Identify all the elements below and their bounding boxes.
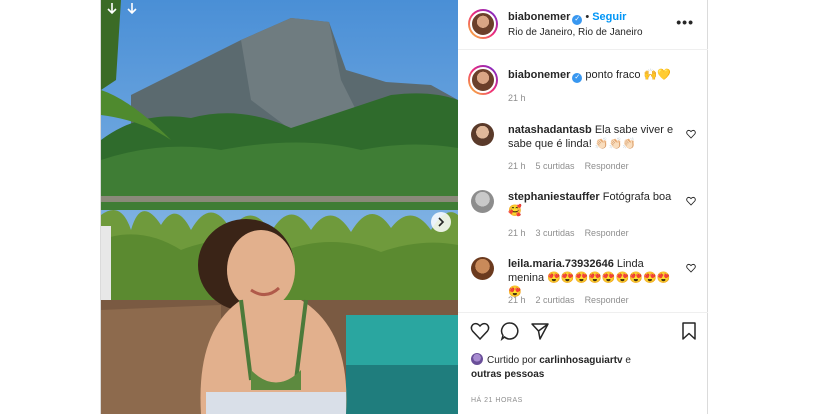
comment-username[interactable]: stephaniestauffer bbox=[508, 191, 600, 203]
comment-username[interactable]: leila.maria.73932646 bbox=[508, 258, 614, 270]
comment-meta: 21 h 5 curtidas Responder bbox=[508, 161, 639, 171]
heart-icon[interactable] bbox=[686, 129, 696, 139]
liked-by-others[interactable]: outras pessoas bbox=[471, 369, 544, 380]
comment-avatar[interactable] bbox=[471, 123, 494, 146]
follow-button[interactable]: Seguir bbox=[592, 11, 626, 23]
caption-meta: 21 h bbox=[508, 93, 536, 103]
reply-button[interactable]: Responder bbox=[585, 295, 629, 305]
next-photo-button[interactable] bbox=[431, 212, 451, 232]
comment-meta: 21 h 2 curtidas Responder bbox=[508, 295, 639, 305]
heart-icon[interactable] bbox=[686, 196, 696, 206]
comment-likes[interactable]: 5 curtidas bbox=[536, 161, 575, 171]
post-actions: Curtido por carlinhosaguiartv e outras p… bbox=[458, 312, 708, 414]
liked-by-line: Curtido por carlinhosaguiartv e outras p… bbox=[471, 353, 671, 382]
caption-username[interactable]: biabonemer bbox=[508, 69, 570, 81]
comment-likes[interactable]: 2 curtidas bbox=[536, 295, 575, 305]
reply-button[interactable]: Responder bbox=[585, 228, 629, 238]
photo-illustration bbox=[101, 0, 458, 414]
bookmark-icon[interactable] bbox=[679, 321, 699, 341]
comment-avatar[interactable] bbox=[471, 190, 494, 213]
caption-body: biabonemer ✓ ponto fraco 🙌💛 bbox=[508, 68, 678, 83]
verified-badge-icon: ✓ bbox=[572, 15, 583, 25]
comment-body: natashadantasb Ela sabe viver e sabe que… bbox=[508, 123, 678, 151]
comment-username[interactable]: natashadantasb bbox=[508, 124, 592, 136]
comment-body: leila.maria.73932646 Linda menina 😍😍😍😍😍😍… bbox=[508, 257, 678, 299]
heart-icon[interactable] bbox=[686, 263, 696, 273]
comment-time[interactable]: 21 h bbox=[508, 228, 526, 238]
comment-meta: 21 h 3 curtidas Responder bbox=[508, 228, 639, 238]
arrow-down-icon bbox=[125, 2, 139, 16]
comment-icon[interactable] bbox=[500, 321, 520, 341]
author-avatar[interactable] bbox=[468, 9, 498, 39]
comment-time[interactable]: 21 h bbox=[508, 295, 526, 305]
liker-avatar[interactable] bbox=[471, 353, 483, 365]
post-timestamp[interactable]: HÁ 21 HORAS bbox=[471, 397, 523, 404]
post-side-panel: biabonemer ✓ • Seguir Rio de Janeiro, Rio d… bbox=[458, 0, 708, 414]
liked-by-user[interactable]: carlinhosaguiartv bbox=[539, 355, 622, 366]
author-line: biabonemer ✓ • Seguir bbox=[508, 11, 626, 25]
liked-by-suffix: e bbox=[625, 355, 631, 366]
caption-time[interactable]: 21 h bbox=[508, 93, 526, 103]
caption-avatar[interactable] bbox=[468, 65, 498, 95]
separator-dot: • bbox=[585, 11, 590, 23]
comment-avatar[interactable] bbox=[471, 257, 494, 280]
chevron-right-icon bbox=[438, 217, 445, 227]
post-header: biabonemer ✓ • Seguir Rio de Janeiro, Rio d… bbox=[458, 0, 708, 50]
instagram-post: biabonemer ✓ • Seguir Rio de Janeiro, Rio d… bbox=[100, 0, 708, 414]
post-location[interactable]: Rio de Janeiro, Rio de Janeiro bbox=[508, 27, 643, 38]
verified-badge-icon: ✓ bbox=[572, 73, 583, 83]
reply-button[interactable]: Responder bbox=[585, 161, 629, 171]
comment-time[interactable]: 21 h bbox=[508, 161, 526, 171]
more-options-icon[interactable]: ••• bbox=[676, 14, 694, 30]
caption-text: ponto fraco 🙌💛 bbox=[585, 69, 671, 81]
comment-likes[interactable]: 3 curtidas bbox=[536, 228, 575, 238]
post-photo[interactable] bbox=[101, 0, 458, 414]
author-username[interactable]: biabonemer bbox=[508, 11, 570, 23]
share-icon[interactable] bbox=[530, 321, 550, 341]
heart-icon[interactable] bbox=[470, 321, 490, 341]
photo-top-icons bbox=[105, 2, 139, 16]
liked-by-prefix: Curtido por bbox=[487, 355, 537, 366]
comments-list: biabonemer ✓ ponto fraco 🙌💛 21 h natashad… bbox=[458, 51, 708, 311]
arrow-down-icon bbox=[105, 2, 119, 16]
comment-body: stephaniestauffer Fotógrafa boa 🥰 bbox=[508, 190, 678, 218]
